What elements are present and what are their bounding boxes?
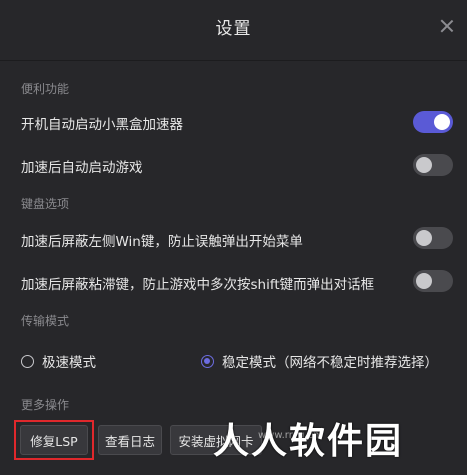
auto-launch-game-toggle[interactable]	[413, 154, 453, 176]
section-title-keyboard: 键盘选项	[21, 197, 70, 211]
section-title-more: 更多操作	[21, 398, 70, 412]
toggle-knob	[416, 157, 432, 173]
section-title-transport: 传输模式	[21, 314, 70, 328]
annotation-highlight-box	[14, 420, 94, 460]
settings-dialog: 设置 便利功能 开机自动启动小黑盒加速器 加速后自动启动游戏 键盘选项 加速后屏…	[0, 0, 467, 475]
toggle-knob	[416, 230, 432, 246]
radio-circle	[21, 354, 34, 368]
auto-start-toggle[interactable]	[413, 111, 453, 133]
dialog-titlebar: 设置	[0, 0, 467, 60]
block-win-key-toggle[interactable]	[413, 227, 453, 249]
dialog-title: 设置	[215, 19, 252, 39]
auto-start-label: 开机自动启动小黑盒加速器	[21, 117, 183, 133]
radio-stable-mode[interactable]: 稳定模式（网络不稳定时推荐选择）	[201, 351, 438, 371]
auto-launch-game-label: 加速后自动启动游戏	[21, 160, 143, 176]
block-sticky-keys-label: 加速后屏蔽粘滞键，防止游戏中多次按shift键而弹出对话框	[21, 277, 375, 293]
block-sticky-keys-toggle[interactable]	[413, 270, 453, 292]
radio-circle-checked	[201, 354, 214, 368]
block-win-key-label: 加速后屏蔽左侧Win键，防止误触弹出开始菜单	[21, 234, 303, 250]
fast-mode-label: 极速模式	[42, 355, 96, 371]
view-log-button[interactable]: 查看日志	[98, 425, 162, 455]
close-icon[interactable]	[437, 17, 457, 37]
section-title-convenience: 便利功能	[21, 82, 70, 96]
toggle-knob	[416, 273, 432, 289]
radio-fast-mode[interactable]: 极速模式	[21, 351, 96, 371]
watermark-text: 人人软件园	[213, 421, 404, 462]
stable-mode-label: 稳定模式（网络不稳定时推荐选择）	[222, 355, 438, 371]
toggle-knob	[434, 114, 450, 130]
title-divider	[0, 60, 467, 61]
